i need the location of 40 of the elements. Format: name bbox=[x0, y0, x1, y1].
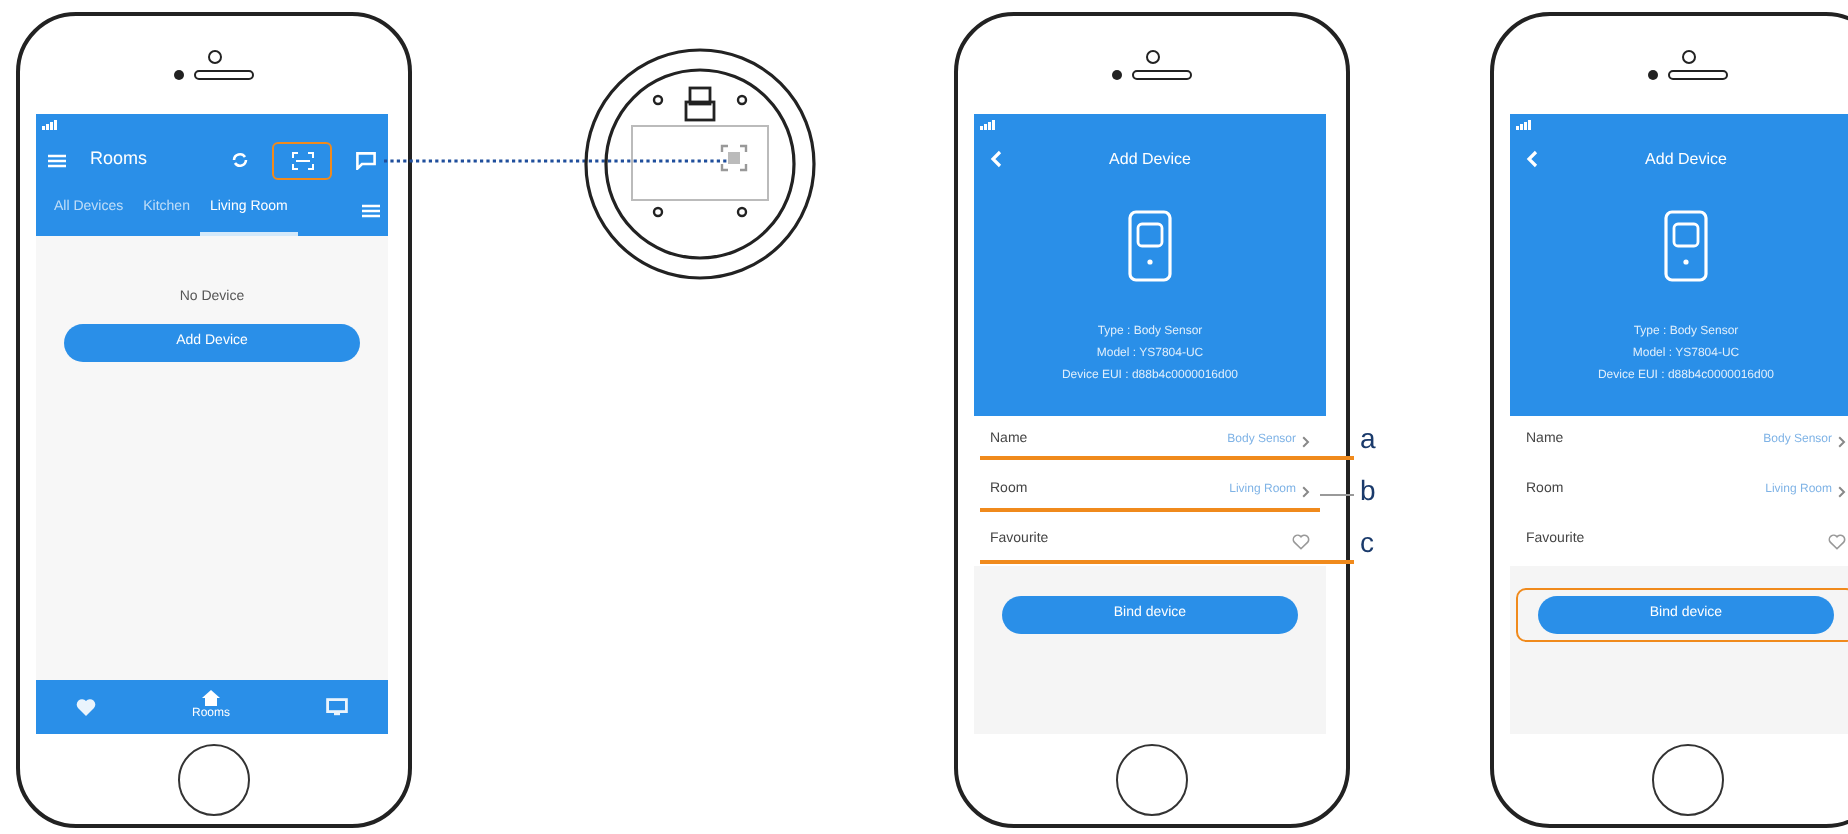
callout-label: b bbox=[1360, 476, 1376, 504]
screen-title: Add Device bbox=[1643, 147, 1729, 171]
home-button[interactable] bbox=[1116, 743, 1188, 815]
camera-icon bbox=[1145, 50, 1159, 64]
camera-icon bbox=[1681, 50, 1695, 64]
home-icon bbox=[201, 690, 220, 706]
nav-item[interactable] bbox=[76, 698, 96, 716]
scan-icon bbox=[291, 151, 313, 169]
nav-item[interactable] bbox=[325, 698, 348, 716]
signal-icon bbox=[42, 120, 58, 130]
scan-button[interactable] bbox=[272, 141, 332, 179]
callout-label: c bbox=[1360, 528, 1374, 556]
leader-line bbox=[1320, 494, 1354, 496]
home-button[interactable] bbox=[1652, 743, 1724, 815]
signal-icon bbox=[1516, 120, 1532, 130]
sensor-icon bbox=[1128, 210, 1172, 282]
callout-label: a bbox=[1360, 424, 1376, 452]
signal-icon bbox=[980, 120, 996, 130]
chevron-icon bbox=[1838, 485, 1846, 497]
speaker-slot bbox=[1668, 70, 1728, 80]
menu-icon[interactable] bbox=[48, 153, 66, 167]
speaker-slot bbox=[1132, 70, 1192, 80]
heart-icon[interactable] bbox=[1292, 533, 1310, 549]
camera-icon bbox=[207, 50, 221, 64]
menu-icon[interactable] bbox=[362, 204, 380, 218]
refresh-icon[interactable] bbox=[232, 152, 248, 168]
chevron-icon bbox=[1302, 485, 1310, 497]
speaker-slot bbox=[194, 70, 254, 80]
back-icon[interactable] bbox=[1526, 150, 1538, 168]
sensor-icon bbox=[1664, 210, 1708, 282]
monitor-icon bbox=[325, 698, 348, 716]
home-button[interactable] bbox=[178, 743, 250, 815]
heart-icon bbox=[76, 698, 96, 716]
screen-title: Rooms bbox=[90, 146, 150, 173]
chevron-icon bbox=[1838, 435, 1846, 447]
chat-icon[interactable] bbox=[356, 151, 376, 169]
heart-icon[interactable] bbox=[1828, 533, 1846, 549]
chevron-icon bbox=[1302, 435, 1310, 447]
screen-title: Add Device bbox=[1107, 147, 1193, 171]
back-icon[interactable] bbox=[990, 150, 1002, 168]
